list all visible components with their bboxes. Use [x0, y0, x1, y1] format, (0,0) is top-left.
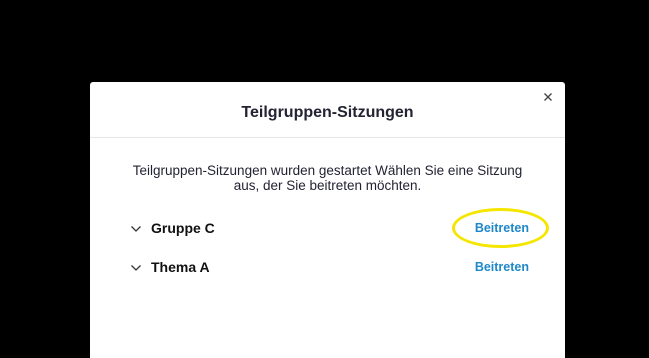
join-button[interactable]: Beitreten	[475, 221, 529, 235]
join-button[interactable]: Beitreten	[475, 260, 529, 274]
session-row: Thema A Beitreten	[126, 257, 529, 279]
dialog-title: Teilgruppen-Sitzungen	[241, 104, 414, 121]
chevron-down-icon[interactable]	[130, 262, 142, 274]
dialog-message: Teilgruppen-Sitzungen wurden gestartet W…	[132, 163, 523, 193]
close-icon[interactable]	[541, 90, 555, 104]
session-name: Gruppe C	[151, 220, 215, 236]
session-name: Thema A	[151, 259, 210, 275]
breakout-rooms-dialog: Teilgruppen-Sitzungen Teilgruppen-Sitzun…	[90, 82, 565, 358]
session-row: Gruppe C Beitreten	[126, 218, 529, 240]
dialog-header: Teilgruppen-Sitzungen	[90, 82, 565, 138]
chevron-down-icon[interactable]	[130, 223, 142, 235]
screen-backdrop: Teilgruppen-Sitzungen Teilgruppen-Sitzun…	[0, 0, 649, 358]
